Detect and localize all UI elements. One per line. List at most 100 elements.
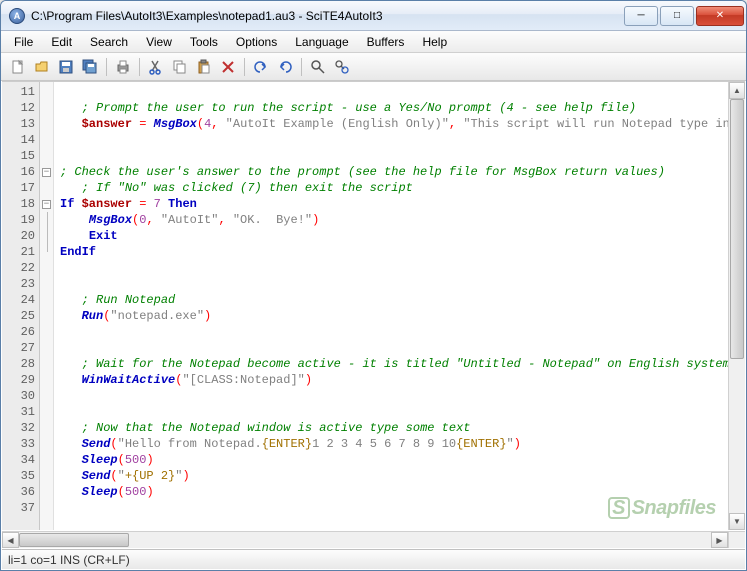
- code-line[interactable]: [60, 500, 728, 516]
- titlebar[interactable]: A C:\Program Files\AutoIt3\Examples\note…: [1, 1, 746, 31]
- code-line[interactable]: [60, 324, 728, 340]
- code-line[interactable]: Sleep(500): [60, 484, 728, 500]
- code-line[interactable]: [60, 260, 728, 276]
- code-line[interactable]: [60, 84, 728, 100]
- fold-cell[interactable]: [40, 244, 53, 260]
- line-number: 13: [2, 116, 35, 132]
- paste-icon[interactable]: [193, 56, 215, 78]
- line-number: 29: [2, 372, 35, 388]
- redo-icon[interactable]: [274, 56, 296, 78]
- line-number: 27: [2, 340, 35, 356]
- hscroll-thumb[interactable]: [19, 533, 129, 547]
- menu-options[interactable]: Options: [227, 33, 286, 51]
- fold-margin[interactable]: −−: [40, 82, 54, 530]
- new-file-icon[interactable]: [7, 56, 29, 78]
- fold-cell[interactable]: [40, 116, 53, 132]
- line-number: 31: [2, 404, 35, 420]
- undo-icon[interactable]: [250, 56, 272, 78]
- code-line[interactable]: ; Now that the Notepad window is active …: [60, 420, 728, 436]
- fold-cell[interactable]: [40, 452, 53, 468]
- fold-cell[interactable]: [40, 308, 53, 324]
- code-line[interactable]: Send("Hello from Notepad.{ENTER}1 2 3 4 …: [60, 436, 728, 452]
- save-icon[interactable]: [55, 56, 77, 78]
- code-line[interactable]: ; If "No" was clicked (7) then exit the …: [60, 180, 728, 196]
- scroll-left-icon[interactable]: ◀: [2, 532, 19, 548]
- fold-cell[interactable]: [40, 372, 53, 388]
- replace-icon[interactable]: [331, 56, 353, 78]
- code-line[interactable]: WinWaitActive("[CLASS:Notepad]"): [60, 372, 728, 388]
- fold-cell[interactable]: [40, 340, 53, 356]
- fold-cell[interactable]: [40, 132, 53, 148]
- code-line[interactable]: [60, 340, 728, 356]
- code-line[interactable]: Run("notepad.exe"): [60, 308, 728, 324]
- menu-edit[interactable]: Edit: [42, 33, 81, 51]
- code-line[interactable]: Exit: [60, 228, 728, 244]
- code-line[interactable]: EndIf: [60, 244, 728, 260]
- fold-cell[interactable]: [40, 228, 53, 244]
- line-number: 34: [2, 452, 35, 468]
- fold-cell[interactable]: [40, 484, 53, 500]
- fold-cell[interactable]: [40, 292, 53, 308]
- fold-cell[interactable]: [40, 148, 53, 164]
- app-window: A C:\Program Files\AutoIt3\Examples\note…: [0, 0, 747, 571]
- code-line[interactable]: If $answer = 7 Then: [60, 196, 728, 212]
- fold-cell[interactable]: [40, 468, 53, 484]
- code-line[interactable]: Send("+{UP 2}"): [60, 468, 728, 484]
- fold-cell[interactable]: [40, 436, 53, 452]
- line-number-gutter[interactable]: 1112131415161718192021222324252627282930…: [2, 82, 40, 530]
- copy-icon[interactable]: [169, 56, 191, 78]
- fold-cell[interactable]: [40, 324, 53, 340]
- menu-view[interactable]: View: [137, 33, 181, 51]
- maximize-button[interactable]: □: [660, 6, 694, 26]
- menu-search[interactable]: Search: [81, 33, 137, 51]
- fold-cell[interactable]: [40, 212, 53, 228]
- code-line[interactable]: ; Wait for the Notepad become active - i…: [60, 356, 728, 372]
- line-number: 21: [2, 244, 35, 260]
- code-editor[interactable]: ; Prompt the user to run the script - us…: [54, 82, 728, 530]
- horizontal-scrollbar[interactable]: ◀ ▶: [2, 531, 728, 548]
- fold-cell[interactable]: [40, 84, 53, 100]
- scroll-right-icon[interactable]: ▶: [711, 532, 728, 548]
- vertical-scrollbar[interactable]: ▲ ▼: [728, 82, 745, 530]
- open-file-icon[interactable]: [31, 56, 53, 78]
- code-line[interactable]: [60, 404, 728, 420]
- menubar: FileEditSearchViewToolsOptionsLanguageBu…: [1, 31, 746, 53]
- minimize-button[interactable]: ─: [624, 6, 658, 26]
- menu-help[interactable]: Help: [413, 33, 456, 51]
- delete-icon[interactable]: [217, 56, 239, 78]
- toolbar-separator: [139, 58, 140, 76]
- save-all-icon[interactable]: [79, 56, 101, 78]
- menu-file[interactable]: File: [5, 33, 42, 51]
- cut-icon[interactable]: [145, 56, 167, 78]
- fold-cell[interactable]: [40, 276, 53, 292]
- menu-buffers[interactable]: Buffers: [358, 33, 414, 51]
- code-line[interactable]: ; Check the user's answer to the prompt …: [60, 164, 728, 180]
- code-line[interactable]: ; Prompt the user to run the script - us…: [60, 100, 728, 116]
- fold-cell[interactable]: [40, 100, 53, 116]
- code-line[interactable]: $answer = MsgBox(4, "AutoIt Example (Eng…: [60, 116, 728, 132]
- fold-cell[interactable]: [40, 500, 53, 516]
- vscroll-thumb[interactable]: [730, 99, 744, 359]
- code-line[interactable]: ; Run Notepad: [60, 292, 728, 308]
- fold-cell[interactable]: [40, 180, 53, 196]
- fold-cell[interactable]: −: [40, 196, 53, 212]
- code-line[interactable]: [60, 276, 728, 292]
- code-line[interactable]: [60, 148, 728, 164]
- fold-cell[interactable]: [40, 260, 53, 276]
- code-line[interactable]: Sleep(500): [60, 452, 728, 468]
- fold-cell[interactable]: [40, 404, 53, 420]
- code-line[interactable]: [60, 388, 728, 404]
- find-icon[interactable]: [307, 56, 329, 78]
- fold-cell[interactable]: −: [40, 164, 53, 180]
- menu-tools[interactable]: Tools: [181, 33, 227, 51]
- close-button[interactable]: ✕: [696, 6, 744, 26]
- code-line[interactable]: MsgBox(0, "AutoIt", "OK. Bye!"): [60, 212, 728, 228]
- code-line[interactable]: [60, 132, 728, 148]
- menu-language[interactable]: Language: [286, 33, 357, 51]
- fold-cell[interactable]: [40, 420, 53, 436]
- print-icon[interactable]: [112, 56, 134, 78]
- scroll-down-icon[interactable]: ▼: [729, 513, 745, 530]
- scroll-up-icon[interactable]: ▲: [729, 82, 745, 99]
- fold-cell[interactable]: [40, 388, 53, 404]
- fold-cell[interactable]: [40, 356, 53, 372]
